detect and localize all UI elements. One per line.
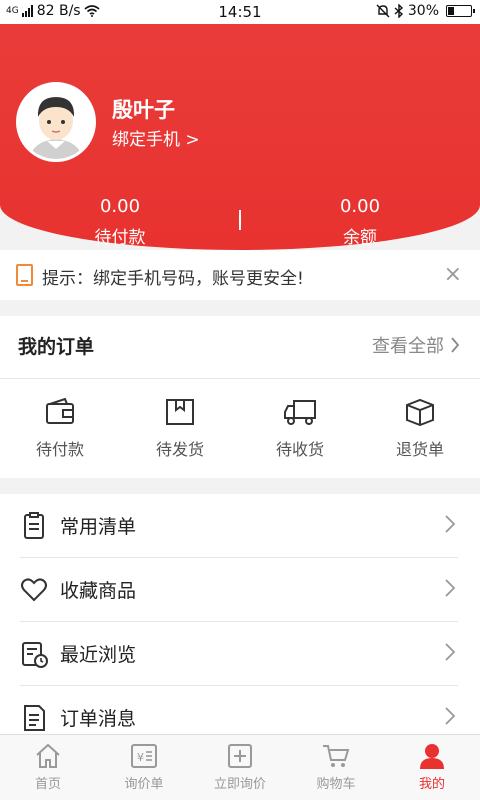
bottom-tab-bar: 首页 ¥ 询价单 立即询价 购物车 我的 — [0, 734, 480, 800]
tab-label: 询价单 — [124, 777, 164, 792]
truck-icon — [284, 400, 316, 425]
order-returns[interactable]: 退货单 — [360, 398, 480, 460]
avatar-illustration — [19, 85, 93, 159]
stat-balance[interactable]: 0.00 余额 — [280, 196, 440, 248]
tab-label: 我的 — [418, 777, 445, 792]
menu-item-recent[interactable]: 最近浏览 — [0, 622, 480, 686]
chevron-right-icon — [445, 579, 456, 597]
history-icon — [22, 642, 48, 668]
cart-icon — [323, 745, 350, 767]
view-all-label: 查看全部 — [372, 336, 444, 357]
stat-label: 待付款 — [94, 228, 146, 248]
menu-label: 订单消息 — [60, 708, 137, 730]
order-pending-payment[interactable]: 待付款 — [0, 398, 120, 460]
order-pending-receipt[interactable]: 待收货 — [240, 398, 360, 460]
divider — [0, 378, 480, 379]
my-orders-card: 我的订单 查看全部 待付款 待发货 待收货 退货单 — [0, 316, 480, 478]
menu-list: 常用清单 收藏商品 最近浏览 订单消息 — [0, 494, 480, 734]
menu-label: 最近浏览 — [60, 644, 137, 666]
box-icon — [406, 398, 434, 426]
order-label: 待发货 — [155, 440, 204, 459]
tab-label: 购物车 — [316, 777, 356, 792]
package-icon — [166, 399, 194, 425]
chevron-right-icon — [445, 643, 456, 661]
tip-text: 提示：绑定手机号码，账号更安全! — [42, 269, 304, 289]
close-icon[interactable]: × — [444, 262, 462, 287]
bluetooth-icon — [394, 4, 403, 18]
wallet-icon — [46, 398, 74, 424]
heart-icon — [21, 578, 47, 602]
tab-home[interactable]: 首页 — [0, 735, 96, 800]
stat-value: 0.00 — [339, 196, 381, 217]
profile-header: 殷叶子 绑定手机 > 0.00 待付款 0.00 余额 — [0, 24, 480, 250]
order-label: 待付款 — [35, 440, 84, 459]
plus-square-icon — [228, 744, 252, 768]
tab-inquiry-list[interactable]: ¥ 询价单 — [96, 735, 192, 800]
chevron-right-icon — [445, 515, 456, 533]
username: 殷叶子 — [112, 98, 175, 122]
battery-icon — [446, 5, 475, 17]
battery-percent: 30% — [407, 3, 439, 19]
menu-label: 常用清单 — [60, 516, 137, 538]
tab-mine[interactable]: 我的 — [384, 735, 480, 800]
tab-label: 立即询价 — [213, 777, 266, 792]
tab-label: 首页 — [34, 777, 61, 792]
stat-label: 余额 — [343, 228, 377, 248]
svg-text:¥: ¥ — [137, 751, 144, 764]
user-icon — [420, 744, 444, 769]
stat-value: 0.00 — [99, 196, 141, 217]
status-bar: 4G 82 B/s 14:51 30% — [0, 0, 480, 24]
menu-item-frequent-list[interactable]: 常用清单 — [0, 494, 480, 558]
price-icon: ¥ — [131, 744, 157, 768]
tab-cart[interactable]: 购物车 — [288, 735, 384, 800]
menu-item-order-messages[interactable]: 订单消息 — [0, 686, 480, 734]
clipboard-icon — [24, 512, 44, 539]
chevron-right-icon — [451, 337, 460, 353]
mute-icon — [376, 4, 390, 18]
stat-pending-payment[interactable]: 0.00 待付款 — [40, 196, 200, 248]
order-label: 退货单 — [395, 440, 444, 459]
view-all-orders-link[interactable]: 查看全部 — [372, 332, 460, 358]
bind-phone-link[interactable]: 绑定手机 > — [112, 125, 200, 150]
stat-divider — [239, 210, 241, 230]
chevron-right-icon — [445, 707, 456, 725]
home-icon — [36, 743, 60, 768]
bind-phone-tip[interactable]: 提示：绑定手机号码，账号更安全! × — [0, 250, 480, 300]
tab-inquire-now[interactable]: 立即询价 — [192, 735, 288, 800]
order-label: 待收货 — [275, 440, 324, 459]
avatar[interactable] — [16, 82, 96, 162]
menu-item-favorites[interactable]: 收藏商品 — [0, 558, 480, 622]
phone-icon — [16, 264, 33, 286]
document-icon — [24, 705, 45, 731]
orders-title: 我的订单 — [18, 336, 95, 358]
menu-label: 收藏商品 — [60, 580, 137, 602]
order-pending-shipment[interactable]: 待发货 — [120, 398, 240, 460]
